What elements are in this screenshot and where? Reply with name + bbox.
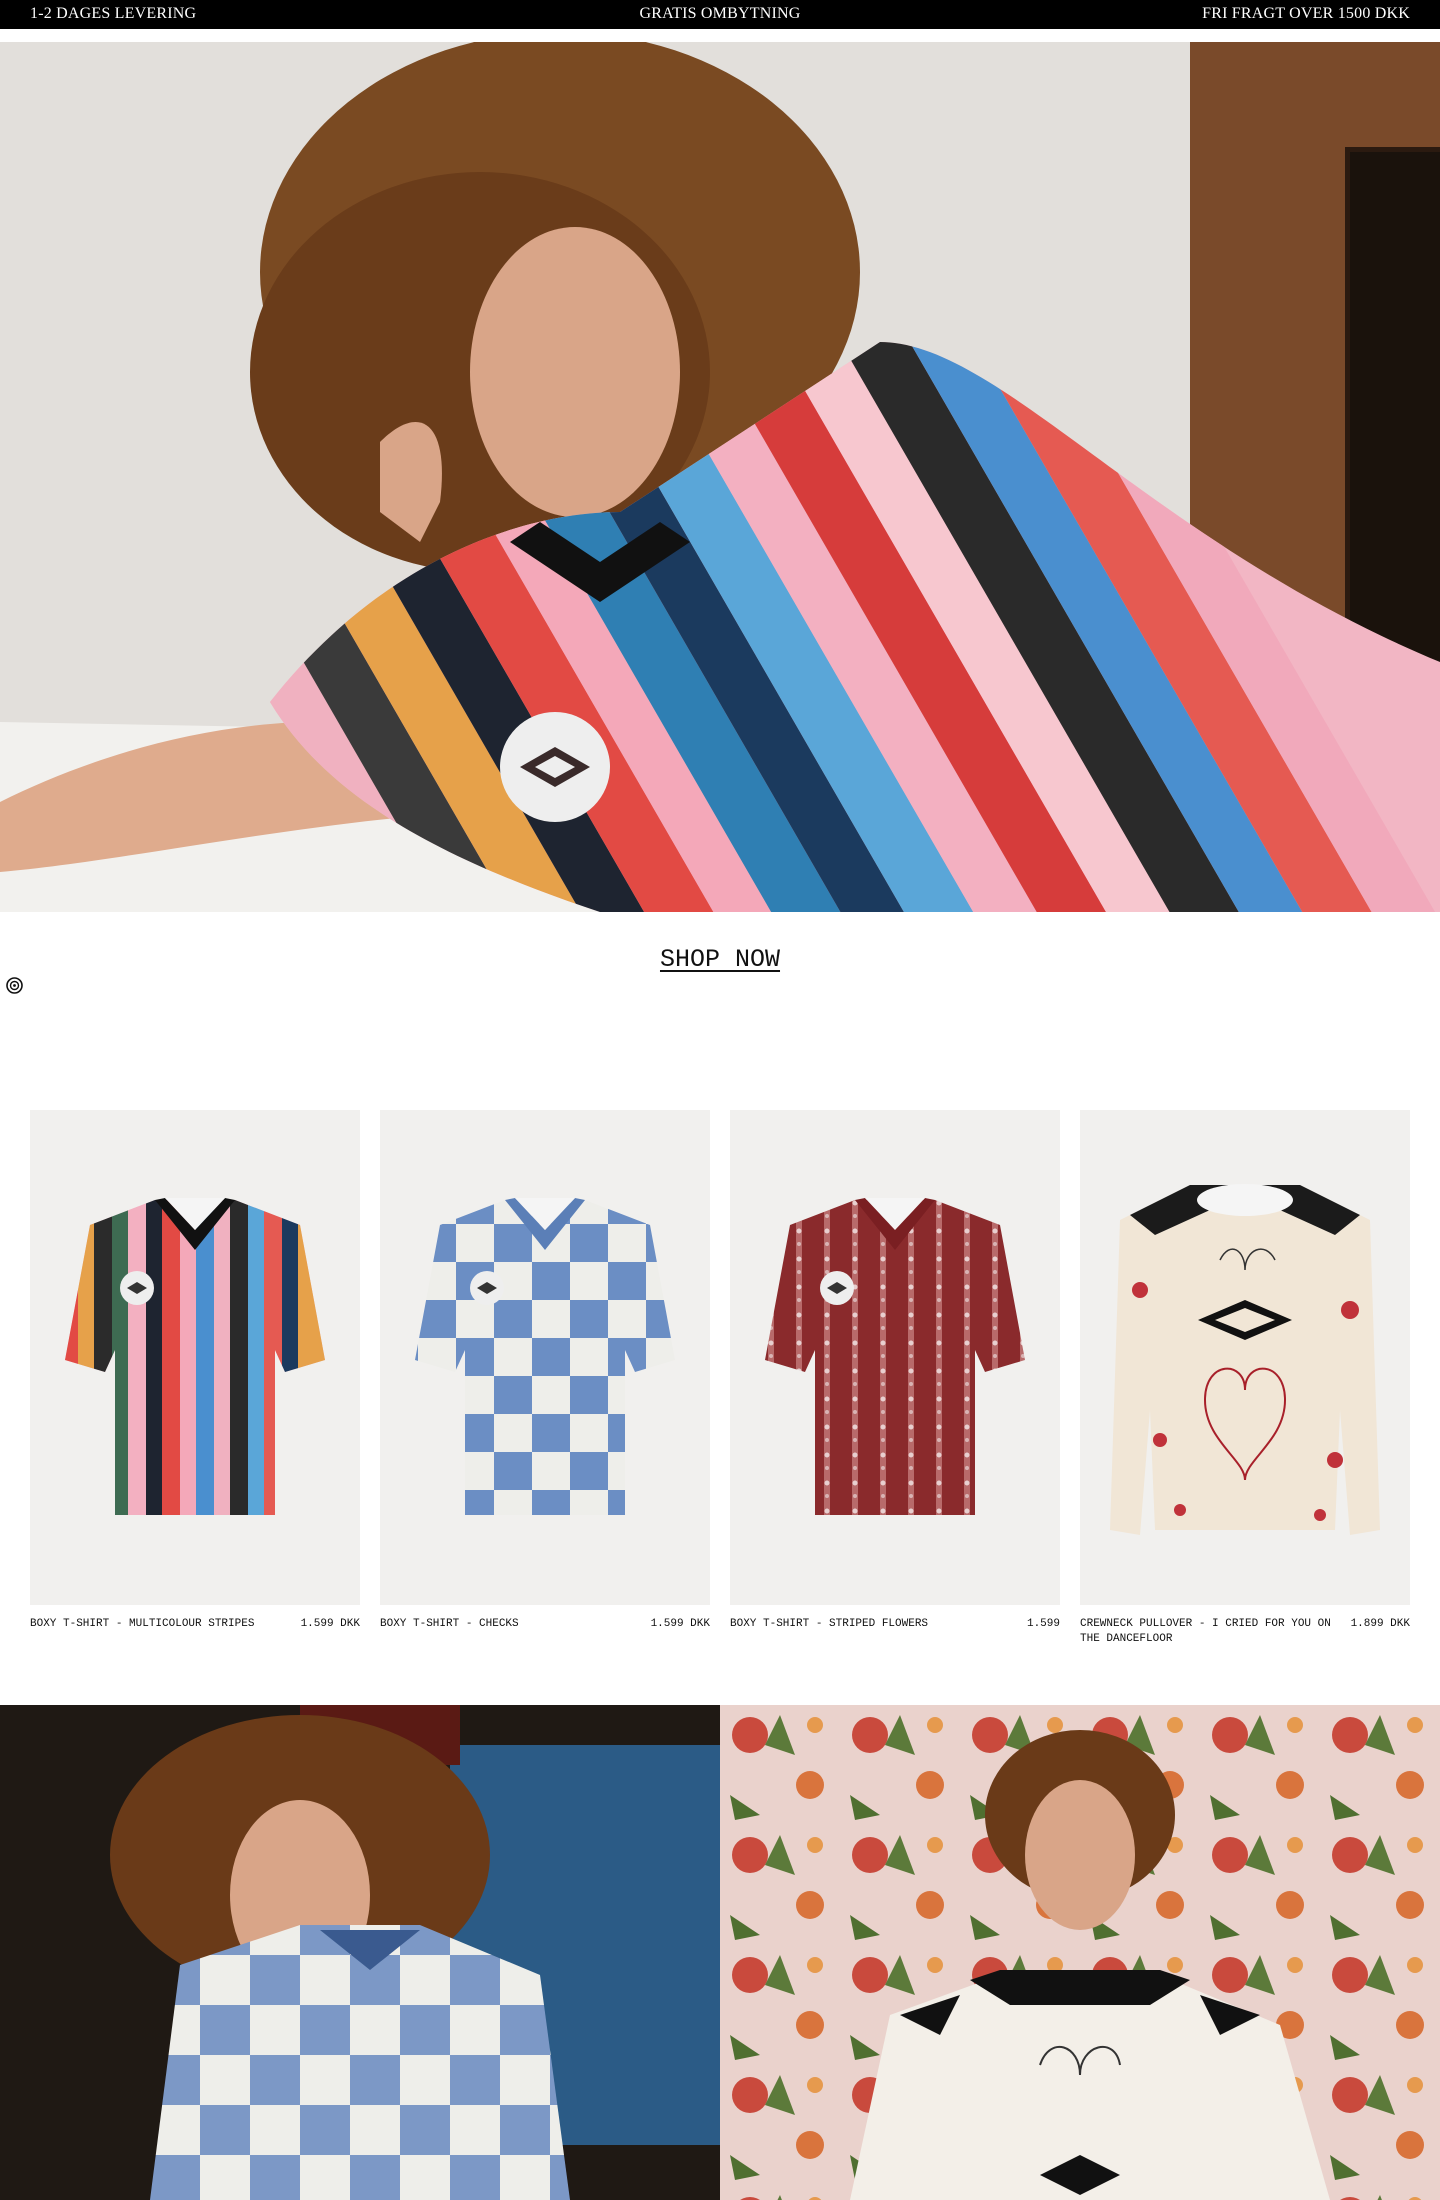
product-name[interactable]: BOXY T-SHIRT - STRIPED FLOWERS <box>730 1617 1060 1632</box>
announcement-bar: 1-2 DAGES LEVERING GRATIS OMBYTNING FRI … <box>0 0 1440 29</box>
product-card[interactable]: BOXY T-SHIRT - CHECKS 1.599 DKK <box>380 1110 710 1632</box>
editorial-image-checks[interactable] <box>0 1705 720 2200</box>
editorial-image-floral[interactable] <box>720 1705 1440 2200</box>
announcement-free-shipping: FRI FRAGT OVER 1500 DKK <box>1202 5 1410 22</box>
accessibility-icon[interactable] <box>6 977 23 994</box>
product-card[interactable]: BOXY T-SHIRT - STRIPED FLOWERS 1.599 <box>730 1110 1060 1632</box>
hero-shop-now: SHOP NOW <box>0 945 1440 974</box>
product-price: 1.599 DKK <box>650 1618 710 1630</box>
product-grid: BOXY T-SHIRT - MULTICOLOUR STRIPES 1.599… <box>30 1110 1410 1650</box>
product-image[interactable] <box>30 1110 360 1605</box>
shop-now-link[interactable]: SHOP NOW <box>660 945 780 974</box>
product-price: 1.599 <box>1026 1618 1060 1630</box>
product-image[interactable] <box>1080 1110 1410 1605</box>
product-price: 1.899 DKK <box>1350 1618 1410 1630</box>
hero-image[interactable] <box>0 42 1440 912</box>
product-image[interactable] <box>380 1110 710 1605</box>
product-card[interactable]: CREWNECK PULLOVER - I CRIED FOR YOU ON T… <box>1080 1110 1410 1647</box>
product-card[interactable]: BOXY T-SHIRT - MULTICOLOUR STRIPES 1.599… <box>30 1110 360 1632</box>
product-price: 1.599 DKK <box>300 1618 360 1630</box>
product-image[interactable] <box>730 1110 1060 1605</box>
